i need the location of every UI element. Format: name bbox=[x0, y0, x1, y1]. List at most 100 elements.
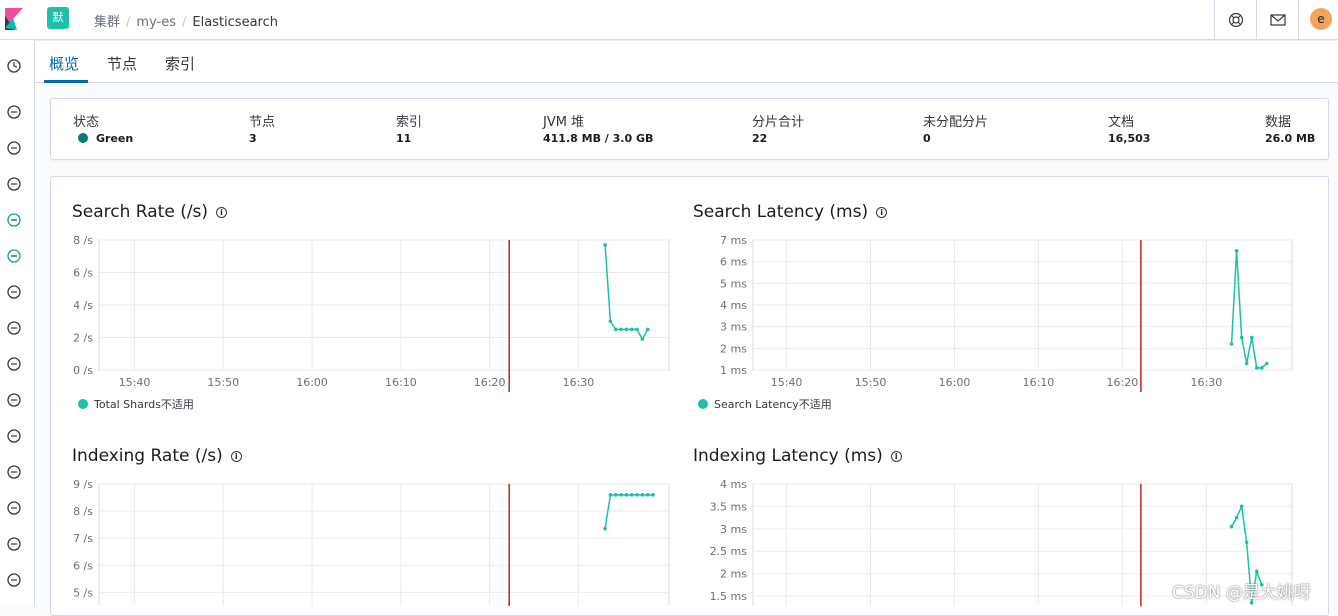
y-tick-label: 4 ms bbox=[720, 478, 747, 491]
stat-status: 状态 Green bbox=[73, 111, 133, 145]
header-bar: 默 集群 / my-es / Elasticsearch e bbox=[0, 0, 1338, 40]
side-nav bbox=[0, 40, 35, 606]
series-line bbox=[1230, 250, 1268, 369]
search-rate-chart[interactable]: 0 /s 2 /s 4 /s 6 /s 8 /s 15:40 15:50 16:00 16:10… bbox=[60, 232, 672, 392]
uptime-icon[interactable] bbox=[5, 427, 23, 445]
space-avatar[interactable]: 默 bbox=[47, 7, 69, 29]
y-tick-label: 2 ms bbox=[720, 568, 747, 581]
tab-nodes[interactable]: 节点 bbox=[107, 53, 137, 74]
x-tick-label: 16:10 bbox=[1023, 376, 1055, 389]
maps-icon[interactable] bbox=[5, 247, 23, 265]
y-tick-label: 1 ms bbox=[720, 364, 747, 377]
breadcrumb-cluster-name[interactable]: my-es bbox=[136, 15, 176, 30]
stat-unassigned-shards: 未分配分片 0 bbox=[923, 111, 988, 145]
y-tick-label: 5 ms bbox=[720, 277, 747, 290]
breadcrumb-cluster[interactable]: 集群 bbox=[94, 15, 120, 30]
apm-icon[interactable] bbox=[5, 391, 23, 409]
plot-area bbox=[98, 483, 670, 606]
watermark-text: CSDN @是大姚呀 bbox=[1172, 583, 1311, 603]
help-button[interactable] bbox=[1214, 0, 1256, 40]
y-tick-label: 6 ms bbox=[720, 256, 747, 269]
management-icon[interactable] bbox=[5, 571, 23, 589]
siem-icon[interactable] bbox=[5, 463, 23, 481]
newsfeed-button[interactable] bbox=[1256, 0, 1298, 40]
tab-indices[interactable]: 索引 bbox=[165, 53, 195, 74]
stat-value: 411.8 MB / 3.0 GB bbox=[543, 132, 654, 145]
ml-icon[interactable] bbox=[5, 283, 23, 301]
indexing-rate-chart[interactable]: 5 /s 6 /s 7 /s 8 /s 9 /s bbox=[60, 476, 672, 606]
data-point bbox=[608, 493, 613, 497]
y-tick-label: 3.5 ms bbox=[710, 500, 748, 513]
legend-swatch bbox=[78, 399, 88, 409]
stat-data: 数据 26.0 MB bbox=[1265, 111, 1315, 145]
monitoring-icon[interactable] bbox=[5, 535, 23, 553]
y-tick-label: 8 /s bbox=[73, 234, 93, 247]
logs-icon[interactable] bbox=[5, 355, 23, 373]
x-tick-label: 16:30 bbox=[1191, 376, 1223, 389]
stat-label: 状态 bbox=[73, 115, 100, 130]
stat-label: 数据 bbox=[1265, 115, 1292, 130]
legend-label: Search Latency不适用 bbox=[714, 398, 832, 411]
tab-bar: 概览 节点 索引 bbox=[35, 41, 1338, 83]
stat-value: 26.0 MB bbox=[1265, 132, 1316, 145]
data-point bbox=[1234, 249, 1239, 253]
status-health-icon bbox=[78, 133, 88, 143]
visualize-icon[interactable] bbox=[5, 139, 23, 157]
dashboard-icon[interactable] bbox=[5, 175, 23, 193]
stat-label: 索引 bbox=[396, 115, 423, 130]
legend-item-search-latency[interactable]: Search Latency不适用 bbox=[698, 396, 832, 412]
info-icon[interactable]: i bbox=[876, 207, 888, 218]
legend-swatch bbox=[698, 399, 708, 409]
chart-title-indexing-rate: Indexing Rate (/s) i bbox=[72, 446, 242, 466]
dev-tools-icon[interactable] bbox=[5, 499, 23, 517]
y-tick-label: 5 /s bbox=[73, 586, 93, 599]
series-line bbox=[604, 494, 654, 529]
y-tick-label: 4 /s bbox=[73, 299, 93, 312]
avatar[interactable]: e bbox=[1310, 8, 1332, 30]
status-value: Green bbox=[96, 132, 134, 145]
x-tick-label: 16:20 bbox=[1107, 376, 1139, 389]
data-point bbox=[613, 327, 618, 332]
breadcrumb: 集群 / my-es / Elasticsearch bbox=[94, 15, 278, 30]
clock-icon[interactable] bbox=[5, 57, 23, 75]
stat-value: 0 bbox=[923, 132, 931, 145]
y-tick-label: 2.5 ms bbox=[710, 545, 748, 558]
infrastructure-icon[interactable] bbox=[5, 319, 23, 337]
x-tick-label: 16:30 bbox=[563, 376, 595, 389]
y-tick-label: 6 /s bbox=[73, 559, 93, 572]
legend-item-total-shards[interactable]: Total Shards不适用 bbox=[78, 396, 194, 412]
data-point bbox=[1229, 342, 1234, 346]
data-point bbox=[1244, 540, 1249, 545]
y-tick-label: 2 ms bbox=[720, 342, 747, 355]
data-point bbox=[645, 327, 650, 332]
tab-overview[interactable]: 概览 bbox=[49, 53, 79, 74]
data-point bbox=[603, 243, 607, 247]
stat-documents: 文档 16,503 bbox=[1108, 111, 1150, 145]
mail-icon bbox=[1269, 14, 1286, 26]
y-tick-label: 0 /s bbox=[73, 364, 93, 377]
stat-value: 11 bbox=[396, 132, 412, 145]
discover-icon[interactable] bbox=[5, 103, 23, 121]
search-latency-chart[interactable]: 1 ms 2 ms 3 ms 4 ms 5 ms 6 ms 7 ms 15:40 15:50 16… bbox=[680, 232, 1294, 392]
x-tick-label: 16:10 bbox=[385, 376, 417, 389]
data-point bbox=[624, 327, 629, 332]
info-icon[interactable]: i bbox=[216, 207, 228, 218]
data-point bbox=[624, 493, 629, 497]
help-icon bbox=[1228, 12, 1243, 28]
info-icon[interactable]: i bbox=[890, 451, 902, 462]
data-point bbox=[1259, 366, 1264, 370]
x-tick-label: 15:50 bbox=[207, 376, 239, 389]
info-icon[interactable]: i bbox=[230, 451, 242, 462]
data-point bbox=[1265, 361, 1269, 366]
x-tick-label: 16:00 bbox=[296, 376, 328, 389]
stat-label: 节点 bbox=[249, 115, 276, 130]
canvas-icon[interactable] bbox=[5, 211, 23, 229]
data-point bbox=[1254, 569, 1259, 574]
series-line bbox=[604, 244, 649, 341]
data-point bbox=[635, 493, 639, 497]
data-point bbox=[635, 327, 639, 332]
data-point bbox=[1244, 361, 1249, 366]
data-point bbox=[629, 493, 634, 497]
stat-total-shards: 分片合计 22 bbox=[752, 111, 804, 145]
kibana-logo-icon[interactable] bbox=[5, 8, 23, 30]
